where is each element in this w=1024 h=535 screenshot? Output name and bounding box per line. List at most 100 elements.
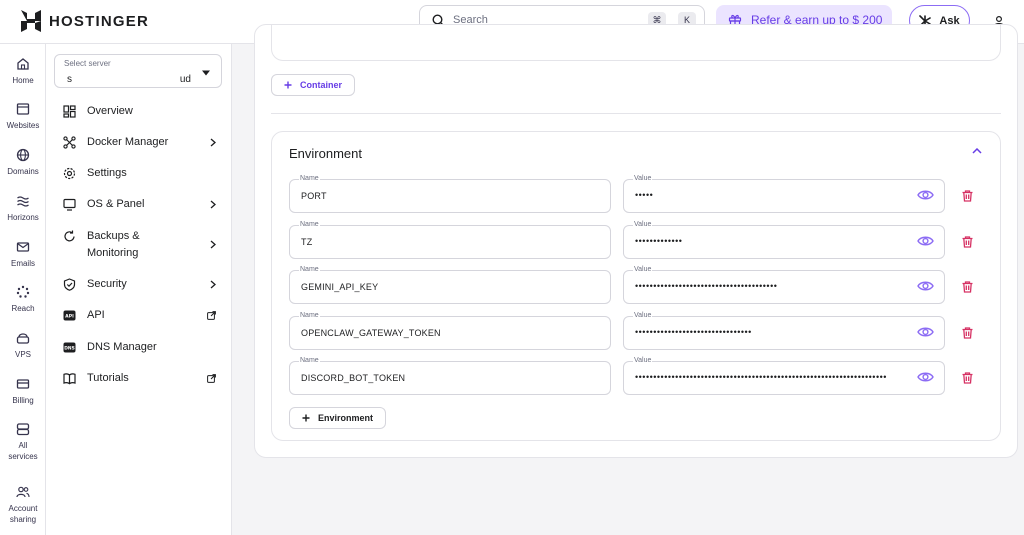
eye-icon[interactable]: [917, 235, 934, 247]
env-value-field[interactable]: Value •••••••••••••: [623, 220, 945, 259]
server-value-end: ud: [179, 74, 191, 85]
docker-icon: [62, 136, 76, 150]
eye-icon[interactable]: [917, 189, 934, 201]
add-container-button[interactable]: Container: [271, 74, 356, 96]
svg-text:API: API: [65, 313, 74, 319]
hostinger-logo-icon: [21, 10, 41, 32]
field-label: Name: [299, 220, 320, 230]
rail-item-account-sharing[interactable]: Account sharing: [0, 485, 46, 525]
field-label: Name: [299, 311, 320, 321]
sidebar-item-label: Tutorials: [87, 372, 129, 384]
sidebar-item-dns-manager[interactable]: DNS DNS Manager: [62, 339, 216, 356]
env-name-field[interactable]: Name PORT: [289, 174, 611, 213]
rail-label: services: [8, 452, 38, 461]
chevron-right-icon: [210, 200, 216, 209]
sidebar-item-backups-monitoring[interactable]: Backups & Monitoring: [62, 228, 216, 262]
field-label: Value: [633, 265, 653, 275]
sidebar-item-settings[interactable]: Settings: [62, 165, 216, 182]
brand-logo[interactable]: HOSTINGER: [21, 10, 149, 32]
env-name-field[interactable]: Name GEMINI_API_KEY: [289, 265, 611, 304]
sidebar-item-overview[interactable]: Overview: [62, 103, 216, 120]
trash-icon: [962, 327, 973, 339]
sidebar-item-label: Overview: [87, 105, 133, 117]
plus-icon: [302, 414, 310, 422]
rail-label: All: [18, 441, 28, 450]
backup-icon: [62, 229, 76, 243]
delete-env-button[interactable]: [962, 235, 973, 253]
env-value-field[interactable]: Value ••••••••••••••••••••••••••••••••: [623, 311, 945, 350]
rail-item-reach[interactable]: Reach: [0, 285, 46, 314]
rail-item-domains[interactable]: Domains: [0, 148, 46, 177]
rail-item-emails[interactable]: Emails: [0, 240, 46, 269]
horizons-icon: [17, 196, 29, 207]
field-label: Value: [633, 356, 653, 366]
rail-item-all-services[interactable]: All services: [0, 422, 46, 462]
main-content: Container Environment Name PORT Value •••••…: [232, 24, 1024, 535]
plus-icon: [284, 81, 292, 89]
dns-icon: DNS: [62, 341, 76, 355]
sidebar-item-tutorials[interactable]: Tutorials: [62, 370, 216, 387]
delete-env-button[interactable]: [962, 280, 973, 298]
env-name-field[interactable]: Name DISCORD_BOT_TOKEN: [289, 356, 611, 395]
delete-env-button[interactable]: [962, 326, 973, 344]
sidebar-item-docker-manager[interactable]: Docker Manager: [62, 134, 216, 151]
vps-icon: [16, 333, 30, 344]
delete-env-button[interactable]: [962, 189, 973, 207]
vps-sidebar: Select server s ud Overview Docker Manag…: [46, 44, 232, 535]
eye-icon[interactable]: [917, 371, 934, 383]
server-select[interactable]: Select server s ud: [54, 54, 222, 88]
delete-env-button[interactable]: [962, 371, 973, 389]
server-select-value: s ud: [67, 74, 191, 85]
env-masked-value: •••••••••••••: [635, 236, 683, 246]
env-name-value: PORT: [301, 191, 327, 201]
websites-icon: [16, 103, 30, 115]
all-services-icon: [16, 423, 30, 436]
env-name-value: OPENCLAW_GATEWAY_TOKEN: [301, 328, 441, 338]
sidebar-item-api[interactable]: API API: [62, 307, 216, 324]
book-icon: [62, 372, 76, 386]
rail-item-home[interactable]: Home: [0, 57, 46, 86]
rail-label: Home: [12, 76, 34, 85]
sidebar-item-label: Docker Manager: [87, 136, 169, 148]
field-label: Value: [633, 174, 653, 184]
eye-icon[interactable]: [917, 280, 934, 292]
env-masked-value: •••••: [635, 190, 654, 200]
env-name-value: TZ: [301, 237, 313, 247]
sidebar-item-security[interactable]: Security: [62, 276, 216, 293]
env-value-field[interactable]: Value •••••••••••••••••••••••••••••••••••…: [623, 265, 945, 304]
sidebar-item-os-panel[interactable]: OS & Panel: [62, 196, 216, 213]
rail-item-billing[interactable]: Billing: [0, 377, 46, 406]
rail-label: Websites: [6, 121, 40, 130]
chevron-up-icon[interactable]: [972, 148, 982, 154]
eye-icon[interactable]: [917, 326, 934, 338]
rail-label: Account: [8, 504, 38, 513]
env-name-field[interactable]: Name TZ: [289, 220, 611, 259]
add-container-label: Container: [300, 80, 343, 90]
sidebar-item-label: DNS Manager: [87, 341, 157, 353]
trash-icon: [962, 236, 973, 248]
environment-card: Environment Name PORT Value ••••• Name TZ Valu…: [271, 131, 1001, 441]
rail-label: Domains: [7, 167, 39, 176]
field-label: Name: [299, 174, 320, 184]
trash-icon: [962, 372, 973, 384]
rail-label: sharing: [9, 515, 37, 524]
rail-item-horizons[interactable]: Horizons: [0, 194, 46, 223]
trash-icon: [962, 190, 973, 202]
rail-item-vps[interactable]: VPS: [0, 331, 46, 360]
env-name-value: GEMINI_API_KEY: [301, 282, 379, 292]
rail-label: VPS: [14, 350, 31, 359]
field-label: Name: [299, 265, 320, 275]
rail-item-websites[interactable]: Websites: [0, 102, 46, 131]
chevron-right-icon: [210, 240, 216, 249]
server-select-label: Select server: [64, 59, 111, 68]
label-line-1: Backups &: [87, 230, 140, 242]
rail-label: Horizons: [7, 213, 39, 222]
svg-text:DNS: DNS: [64, 345, 74, 351]
sidebar-item-label: Backups & Monitoring: [87, 228, 140, 262]
env-value-field[interactable]: Value •••••••••••••••••••••••••••••••••••…: [623, 356, 945, 395]
env-value-field[interactable]: Value •••••: [623, 174, 945, 213]
add-environment-button[interactable]: Environment: [289, 407, 387, 429]
env-name-value: DISCORD_BOT_TOKEN: [301, 373, 406, 383]
trash-icon: [962, 281, 973, 293]
env-name-field[interactable]: Name OPENCLAW_GATEWAY_TOKEN: [289, 311, 611, 350]
